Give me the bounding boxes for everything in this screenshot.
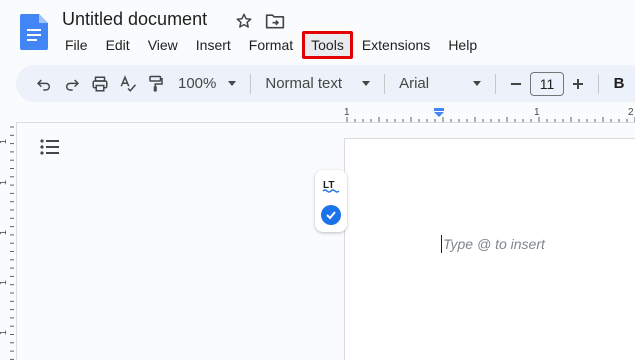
check-icon[interactable] <box>321 205 341 225</box>
menu-view[interactable]: View <box>139 31 187 59</box>
font-select[interactable]: Arial <box>391 70 489 98</box>
indent-marker-icon <box>434 108 444 117</box>
docs-logo-icon[interactable] <box>20 14 48 50</box>
vertical-ruler: 1 1 1 1 1 <box>0 126 14 360</box>
pane-divider <box>16 122 17 360</box>
menu-edit[interactable]: Edit <box>97 31 139 59</box>
text-cursor <box>441 235 442 253</box>
star-icon[interactable] <box>234 11 254 31</box>
ruler-label: 1 <box>0 180 8 185</box>
menu-help[interactable]: Help <box>439 31 486 59</box>
ruler-label: 2 <box>628 107 634 118</box>
menu-tools[interactable]: Tools <box>302 31 353 59</box>
zoom-select[interactable]: 100% <box>170 70 244 98</box>
paint-format-icon[interactable] <box>142 70 170 98</box>
decrease-font-size-icon[interactable] <box>502 70 530 98</box>
menu-file[interactable]: File <box>56 31 97 59</box>
font-size-input[interactable]: 11 <box>530 71 565 96</box>
style-select[interactable]: Normal text <box>257 70 378 98</box>
ruler-label: 1 <box>344 107 350 118</box>
languagetool-widget[interactable]: LT <box>315 170 347 232</box>
move-to-folder-icon[interactable] <box>265 11 285 31</box>
ruler-label: 1 <box>0 230 8 235</box>
ruler-label: 1 <box>0 280 8 285</box>
toolbar-divider <box>598 73 600 94</box>
docs-app: Untitled document File Edit View Insert … <box>0 0 635 360</box>
outline-icon[interactable] <box>39 138 63 158</box>
menu-insert[interactable]: Insert <box>187 31 240 59</box>
toolbar-divider <box>495 73 497 94</box>
ruler-label: 1 <box>534 107 540 118</box>
bold-button[interactable]: B <box>605 70 633 98</box>
horizontal-ruler: 1 1 2 <box>344 107 635 122</box>
undo-icon[interactable] <box>30 70 58 98</box>
chevron-down-icon <box>473 81 482 86</box>
document-placeholder: Type @ to insert <box>443 236 545 252</box>
toolbar-divider <box>384 73 386 94</box>
menu-format[interactable]: Format <box>240 31 302 59</box>
languagetool-logo-icon: LT <box>322 180 340 193</box>
print-icon[interactable] <box>86 70 114 98</box>
font-value: Arial <box>399 75 430 92</box>
toolbar-divider <box>250 73 252 94</box>
zoom-value: 100% <box>178 75 217 92</box>
menu-bar: File Edit View Insert Format Tools Exten… <box>56 31 486 59</box>
menu-extensions[interactable]: Extensions <box>353 31 439 59</box>
chevron-down-icon <box>362 81 371 86</box>
redo-icon[interactable] <box>58 70 86 98</box>
doc-title[interactable]: Untitled document <box>62 9 207 30</box>
ruler-divider <box>16 122 635 123</box>
ruler-label: 1 <box>0 330 8 335</box>
increase-font-size-icon[interactable] <box>564 70 592 98</box>
toolbar: 100% Normal text Arial 11 B <box>16 65 635 102</box>
ruler-label: 1 <box>0 139 8 144</box>
spellcheck-icon[interactable] <box>114 70 142 98</box>
chevron-down-icon <box>228 81 237 86</box>
style-value: Normal text <box>265 75 343 92</box>
